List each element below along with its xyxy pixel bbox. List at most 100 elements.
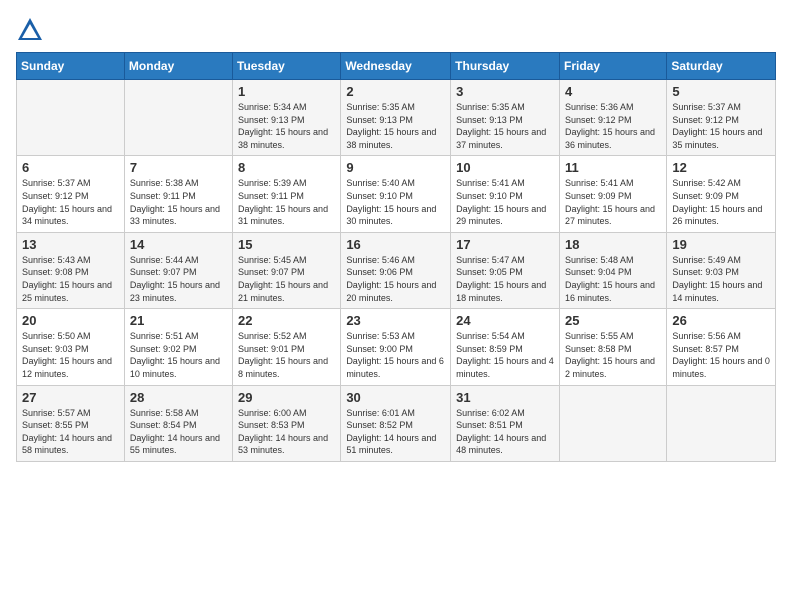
day-info: Sunrise: 5:48 AM Sunset: 9:04 PM Dayligh… [565,254,661,304]
calendar-cell: 4 Sunrise: 5:36 AM Sunset: 9:12 PM Daylig… [559,80,666,156]
day-info: Sunrise: 5:37 AM Sunset: 9:12 PM Dayligh… [22,177,119,227]
day-number: 3 [456,84,554,99]
day-number: 8 [238,160,335,175]
day-number: 24 [456,313,554,328]
calendar-cell: 24 Sunrise: 5:54 AM Sunset: 8:59 PM Dayli… [451,309,560,385]
day-info: Sunrise: 5:50 AM Sunset: 9:03 PM Dayligh… [22,330,119,380]
calendar-cell: 29 Sunrise: 6:00 AM Sunset: 8:53 PM Dayli… [233,385,341,461]
calendar-cell [667,385,776,461]
day-number: 10 [456,160,554,175]
day-number: 1 [238,84,335,99]
calendar-cell: 21 Sunrise: 5:51 AM Sunset: 9:02 PM Dayli… [124,309,232,385]
day-number: 7 [130,160,227,175]
calendar-week-row: 13 Sunrise: 5:43 AM Sunset: 9:08 PM Dayli… [17,232,776,308]
logo-icon [16,16,44,44]
day-info: Sunrise: 5:35 AM Sunset: 9:13 PM Dayligh… [456,101,554,151]
day-number: 19 [672,237,770,252]
calendar-cell: 18 Sunrise: 5:48 AM Sunset: 9:04 PM Dayli… [559,232,666,308]
day-info: Sunrise: 5:41 AM Sunset: 9:10 PM Dayligh… [456,177,554,227]
calendar-cell: 28 Sunrise: 5:58 AM Sunset: 8:54 PM Dayli… [124,385,232,461]
calendar-table: SundayMondayTuesdayWednesdayThursdayFrid… [16,52,776,462]
day-info: Sunrise: 5:47 AM Sunset: 9:05 PM Dayligh… [456,254,554,304]
day-number: 20 [22,313,119,328]
calendar-cell: 20 Sunrise: 5:50 AM Sunset: 9:03 PM Dayli… [17,309,125,385]
calendar-cell: 2Sunrise: 5:35 AM Sunset: 9:13 PM Daylig… [341,80,451,156]
calendar-cell: 1 Sunrise: 5:34 AM Sunset: 9:13 PM Daylig… [233,80,341,156]
day-info: Sunrise: 5:39 AM Sunset: 9:11 PM Dayligh… [238,177,335,227]
day-info: Sunrise: 5:54 AM Sunset: 8:59 PM Dayligh… [456,330,554,380]
day-number: 12 [672,160,770,175]
calendar-cell: 16 Sunrise: 5:46 AM Sunset: 9:06 PM Dayli… [341,232,451,308]
calendar-week-row: 6 Sunrise: 5:37 AM Sunset: 9:12 PM Daylig… [17,156,776,232]
calendar-cell: 14Sunrise: 5:44 AM Sunset: 9:07 PM Dayli… [124,232,232,308]
day-number: 16 [346,237,445,252]
calendar-cell: 27 Sunrise: 5:57 AM Sunset: 8:55 PM Dayli… [17,385,125,461]
day-info: Sunrise: 6:01 AM Sunset: 8:52 PM Dayligh… [346,407,445,457]
header-sunday: Sunday [17,53,125,80]
calendar-week-row: 27 Sunrise: 5:57 AM Sunset: 8:55 PM Dayli… [17,385,776,461]
day-info: Sunrise: 5:58 AM Sunset: 8:54 PM Dayligh… [130,407,227,457]
calendar-week-row: 20 Sunrise: 5:50 AM Sunset: 9:03 PM Dayli… [17,309,776,385]
day-number: 11 [565,160,661,175]
day-info: Sunrise: 5:36 AM Sunset: 9:12 PM Dayligh… [565,101,661,151]
day-info: Sunrise: 5:46 AM Sunset: 9:06 PM Dayligh… [346,254,445,304]
calendar-cell: 5Sunrise: 5:37 AM Sunset: 9:12 PM Daylig… [667,80,776,156]
calendar-week-row: 1 Sunrise: 5:34 AM Sunset: 9:13 PM Daylig… [17,80,776,156]
calendar-cell: 8 Sunrise: 5:39 AM Sunset: 9:11 PM Daylig… [233,156,341,232]
calendar-cell: 17Sunrise: 5:47 AM Sunset: 9:05 PM Dayli… [451,232,560,308]
calendar-cell: 12 Sunrise: 5:42 AM Sunset: 9:09 PM Dayli… [667,156,776,232]
header-monday: Monday [124,53,232,80]
calendar-header-row: SundayMondayTuesdayWednesdayThursdayFrid… [17,53,776,80]
day-info: Sunrise: 5:52 AM Sunset: 9:01 PM Dayligh… [238,330,335,380]
day-number: 6 [22,160,119,175]
day-number: 23 [346,313,445,328]
calendar-cell [559,385,666,461]
calendar-cell: 6 Sunrise: 5:37 AM Sunset: 9:12 PM Daylig… [17,156,125,232]
day-info: Sunrise: 5:49 AM Sunset: 9:03 PM Dayligh… [672,254,770,304]
header-wednesday: Wednesday [341,53,451,80]
calendar-cell: 10 Sunrise: 5:41 AM Sunset: 9:10 PM Dayli… [451,156,560,232]
day-number: 30 [346,390,445,405]
calendar-cell: 19 Sunrise: 5:49 AM Sunset: 9:03 PM Dayli… [667,232,776,308]
day-info: Sunrise: 5:57 AM Sunset: 8:55 PM Dayligh… [22,407,119,457]
header-friday: Friday [559,53,666,80]
day-info: Sunrise: 6:00 AM Sunset: 8:53 PM Dayligh… [238,407,335,457]
day-info: Sunrise: 5:53 AM Sunset: 9:00 PM Dayligh… [346,330,445,380]
header-saturday: Saturday [667,53,776,80]
calendar-cell [17,80,125,156]
day-number: 4 [565,84,661,99]
day-info: Sunrise: 5:40 AM Sunset: 9:10 PM Dayligh… [346,177,445,227]
header-tuesday: Tuesday [233,53,341,80]
day-info: Sunrise: 5:43 AM Sunset: 9:08 PM Dayligh… [22,254,119,304]
day-number: 21 [130,313,227,328]
day-number: 31 [456,390,554,405]
calendar-cell: 26Sunrise: 5:56 AM Sunset: 8:57 PM Dayli… [667,309,776,385]
logo [16,16,48,44]
day-info: Sunrise: 5:56 AM Sunset: 8:57 PM Dayligh… [672,330,770,380]
calendar-cell: 23 Sunrise: 5:53 AM Sunset: 9:00 PM Dayli… [341,309,451,385]
calendar-cell [124,80,232,156]
day-number: 28 [130,390,227,405]
calendar-cell: 15 Sunrise: 5:45 AM Sunset: 9:07 PM Dayli… [233,232,341,308]
day-info: Sunrise: 5:42 AM Sunset: 9:09 PM Dayligh… [672,177,770,227]
day-info: Sunrise: 5:34 AM Sunset: 9:13 PM Dayligh… [238,101,335,151]
day-number: 9 [346,160,445,175]
day-number: 27 [22,390,119,405]
calendar-cell: 13 Sunrise: 5:43 AM Sunset: 9:08 PM Dayli… [17,232,125,308]
day-info: Sunrise: 5:41 AM Sunset: 9:09 PM Dayligh… [565,177,661,227]
day-info: Sunrise: 5:45 AM Sunset: 9:07 PM Dayligh… [238,254,335,304]
day-number: 18 [565,237,661,252]
calendar-cell: 7 Sunrise: 5:38 AM Sunset: 9:11 PM Daylig… [124,156,232,232]
day-number: 25 [565,313,661,328]
day-number: 29 [238,390,335,405]
day-number: 22 [238,313,335,328]
page-header [16,16,776,44]
header-thursday: Thursday [451,53,560,80]
day-number: 14 [130,237,227,252]
day-number: 2 [346,84,445,99]
day-info: Sunrise: 5:51 AM Sunset: 9:02 PM Dayligh… [130,330,227,380]
day-number: 13 [22,237,119,252]
day-info: Sunrise: 5:38 AM Sunset: 9:11 PM Dayligh… [130,177,227,227]
day-number: 15 [238,237,335,252]
day-info: Sunrise: 6:02 AM Sunset: 8:51 PM Dayligh… [456,407,554,457]
